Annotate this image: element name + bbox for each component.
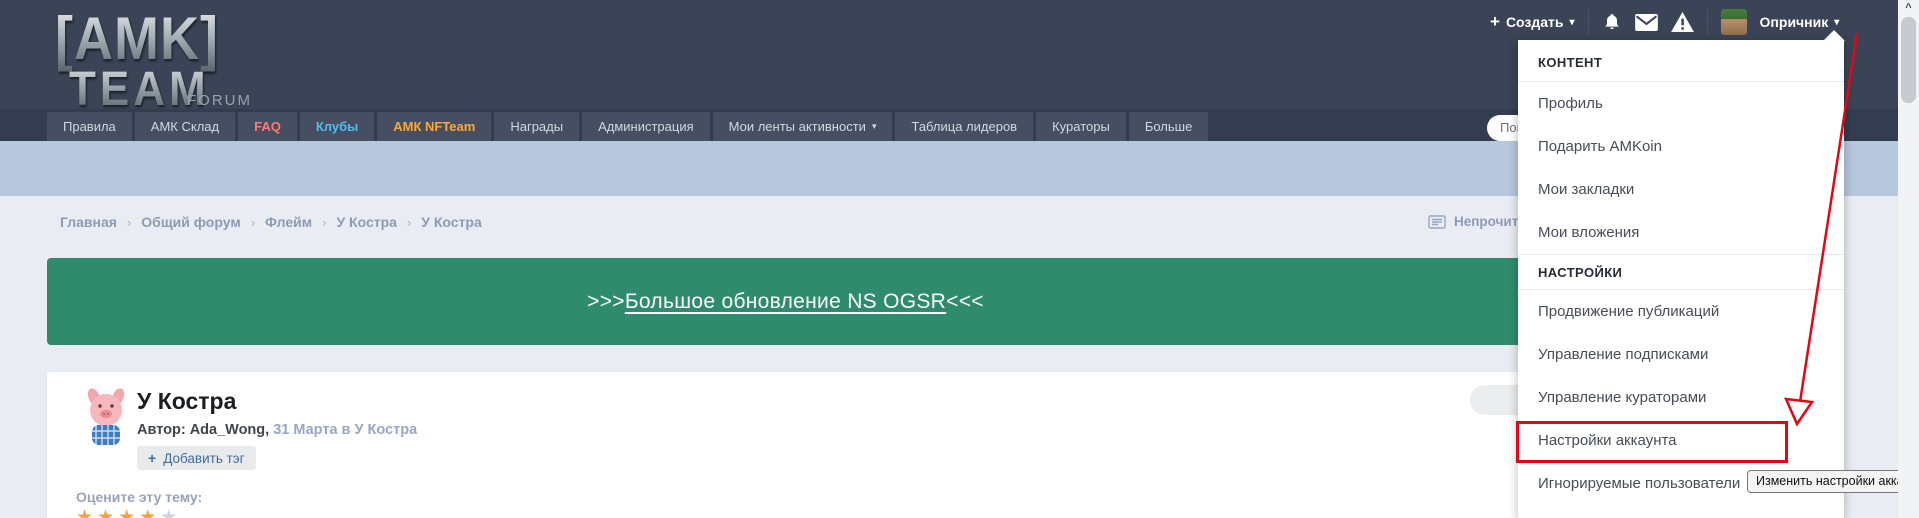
tooltip: Изменить настройки аккаунта [1747,470,1919,493]
main-nav: Правила АМК Склад FAQ Клубы АМК NFTeam Н… [47,112,1209,141]
menu-item-gift-amkoin[interactable]: Подарить AMKoin [1518,125,1844,168]
chevron-down-icon: ▾ [871,121,877,131]
star-icon: ★★★★ [76,507,161,518]
bell-icon [1604,13,1619,29]
notifications-button[interactable] [1602,12,1622,33]
add-tag-label: Добавить тэг [163,450,245,466]
topic-header-card: У Костра Автор: Ada_Wong, 31 Марта в У К… [47,372,1570,518]
menu-item-profile[interactable]: Профиль [1518,82,1844,125]
breadcrumb-u-kostra[interactable]: У Костра [336,214,397,230]
breadcrumb-general-forum[interactable]: Общий форум [141,214,240,230]
breadcrumb: Главная › Общий форум › Флейм › У Костра… [60,214,482,230]
breadcrumb-topic[interactable]: У Костра [421,214,482,230]
menu-item-my-attachments[interactable]: Мои вложения [1518,211,1844,254]
nav-tab-leaderboard[interactable]: Таблица лидеров [895,112,1034,141]
reports-button[interactable] [1670,12,1694,32]
announcement-banner: >>> Большое обновление NS OGSR <<< [47,258,1524,345]
topic-date-link[interactable]: 31 Марта в У Костра [273,422,417,438]
scrollbar-thumb[interactable] [1901,17,1916,103]
create-label: Создать [1505,14,1564,30]
breadcrumb-home[interactable]: Главная [60,214,117,230]
warning-triangle-icon [1670,12,1694,32]
breadcrumb-flame[interactable]: Флейм [265,214,312,230]
user-avatar[interactable] [1720,9,1747,35]
nav-tab-curators[interactable]: Кураторы [1036,112,1126,141]
chevron-down-icon: ▾ [1834,16,1840,28]
menu-section-settings: НАСТРОЙКИ [1518,254,1844,290]
menu-item-manage-curators[interactable]: Управление кураторами [1518,376,1844,419]
banner-suffix: <<< [946,289,984,313]
nav-tab-clubs[interactable]: Клубы [299,112,375,141]
menu-item-my-bookmarks[interactable]: Мои закладки [1518,168,1844,211]
add-tag-button[interactable]: + Добавить тэг [137,446,256,470]
header-actions: + Создать ▾ Опричник ▾ [1490,8,1839,36]
nav-tab-amk-sklad[interactable]: АМК Склад [134,112,236,141]
nav-tab-more[interactable]: Больше [1128,112,1209,141]
menu-item-promote-posts[interactable]: Продвижение публикаций [1518,290,1844,333]
divider [1706,9,1708,35]
scroll-up-icon[interactable]: ^ [1898,0,1919,17]
plus-icon: + [148,450,157,466]
plus-icon: + [1490,12,1500,31]
user-menu-button[interactable]: Опричник ▾ [1760,14,1840,30]
envelope-icon [1634,13,1658,31]
create-button[interactable]: + Создать ▾ [1490,12,1575,32]
topic-title: У Костра [137,388,237,414]
unread-content-icon [1428,214,1446,229]
site-logo[interactable]: [AMK] TEAM FORUM [55,4,255,122]
chevron-right-icon: › [250,214,256,230]
username-label: Опричник [1759,14,1829,30]
scrollbar[interactable]: ^ [1898,0,1919,518]
chevron-down-icon: ▾ [1569,16,1575,28]
nav-tab-activity-feeds[interactable]: Мои ленты активности ▾ [712,112,893,141]
nav-tab-awards[interactable]: Награды [494,112,580,141]
author-link[interactable]: Ada_Wong, [190,422,269,438]
chevron-right-icon: › [322,214,327,230]
nav-tab-faq[interactable]: FAQ [238,112,297,141]
nav-tab-amk-nfteam[interactable]: АМК NFTeam [377,112,492,141]
forum-page: [AMK] TEAM FORUM + Создать ▾ Опричник ▾ … [0,0,1919,518]
menu-section-content: КОНТЕНТ [1518,40,1844,82]
chevron-right-icon: › [126,214,132,230]
topic-byline: Автор: Ada_Wong, 31 Марта в У Костра [137,422,417,438]
banner-link[interactable]: Большое обновление NS OGSR [625,290,946,314]
nav-tab-rules[interactable]: Правила [47,112,132,141]
rate-topic-label: Оцените эту тему: [76,489,203,505]
topic-rating-stars[interactable]: ★★★★★ [76,506,181,518]
topic-author-avatar[interactable] [75,386,137,448]
nav-tab-administration[interactable]: Администрация [582,112,710,141]
menu-item-manage-subscriptions[interactable]: Управление подписками [1518,333,1844,376]
author-label: Автор: [137,422,186,438]
messages-button[interactable] [1634,13,1658,31]
logo-line-forum: FORUM [187,92,252,109]
chevron-right-icon: › [406,214,412,230]
banner-prefix: >>> [587,289,625,313]
divider [1587,9,1589,35]
star-icon: ★ [160,507,182,518]
annotation-highlight-box [1516,421,1788,463]
